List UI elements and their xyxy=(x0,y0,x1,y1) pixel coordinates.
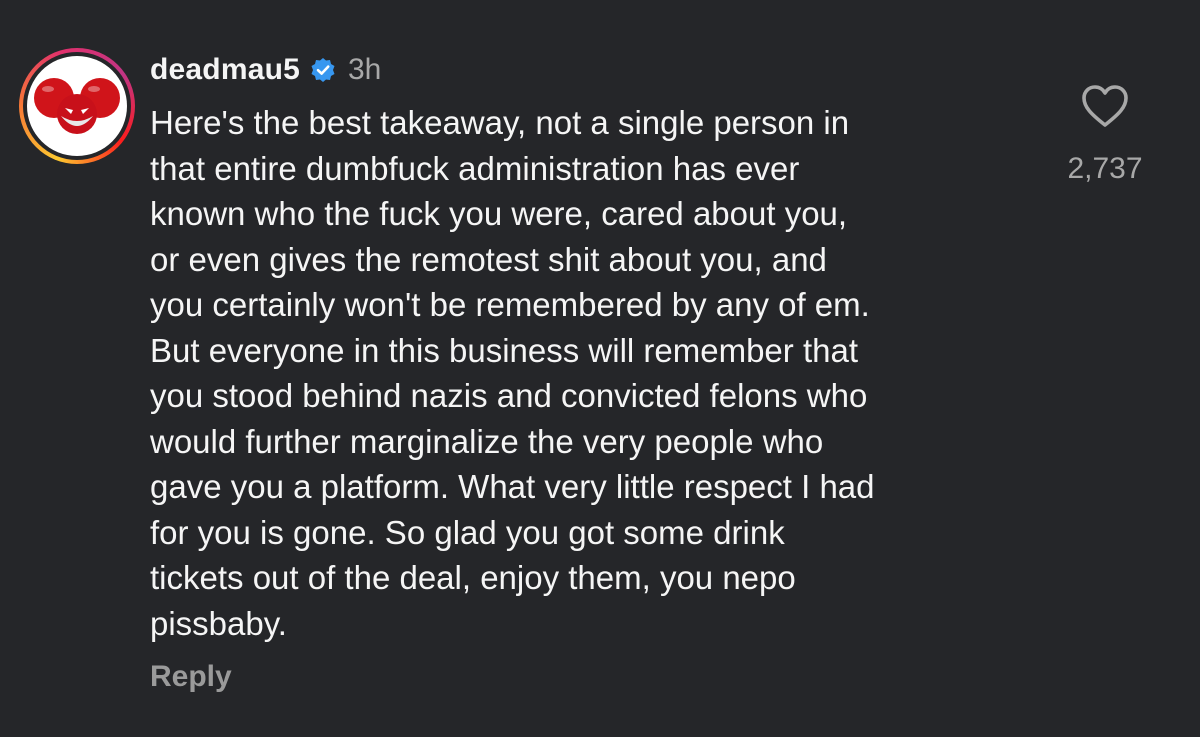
like-area: 2,737 xyxy=(1045,84,1165,186)
comment: deadmau5 3h Here's the best takeaway, no… xyxy=(0,0,1200,737)
timestamp: 3h xyxy=(348,53,382,86)
username[interactable]: deadmau5 xyxy=(150,53,300,87)
verified-badge-icon xyxy=(310,57,336,83)
like-count: 2,737 xyxy=(1067,152,1143,185)
avatar-story-ring[interactable] xyxy=(19,48,135,164)
comment-text: Here's the best takeaway, not a single p… xyxy=(150,104,875,642)
reply-button[interactable]: Reply xyxy=(150,660,232,694)
deadmau5-logo-icon xyxy=(34,78,120,134)
heart-outline-icon[interactable] xyxy=(1081,84,1129,128)
comment-header: deadmau5 3h xyxy=(150,50,381,90)
avatar-ring-gap xyxy=(23,52,131,160)
avatar[interactable] xyxy=(27,56,127,156)
